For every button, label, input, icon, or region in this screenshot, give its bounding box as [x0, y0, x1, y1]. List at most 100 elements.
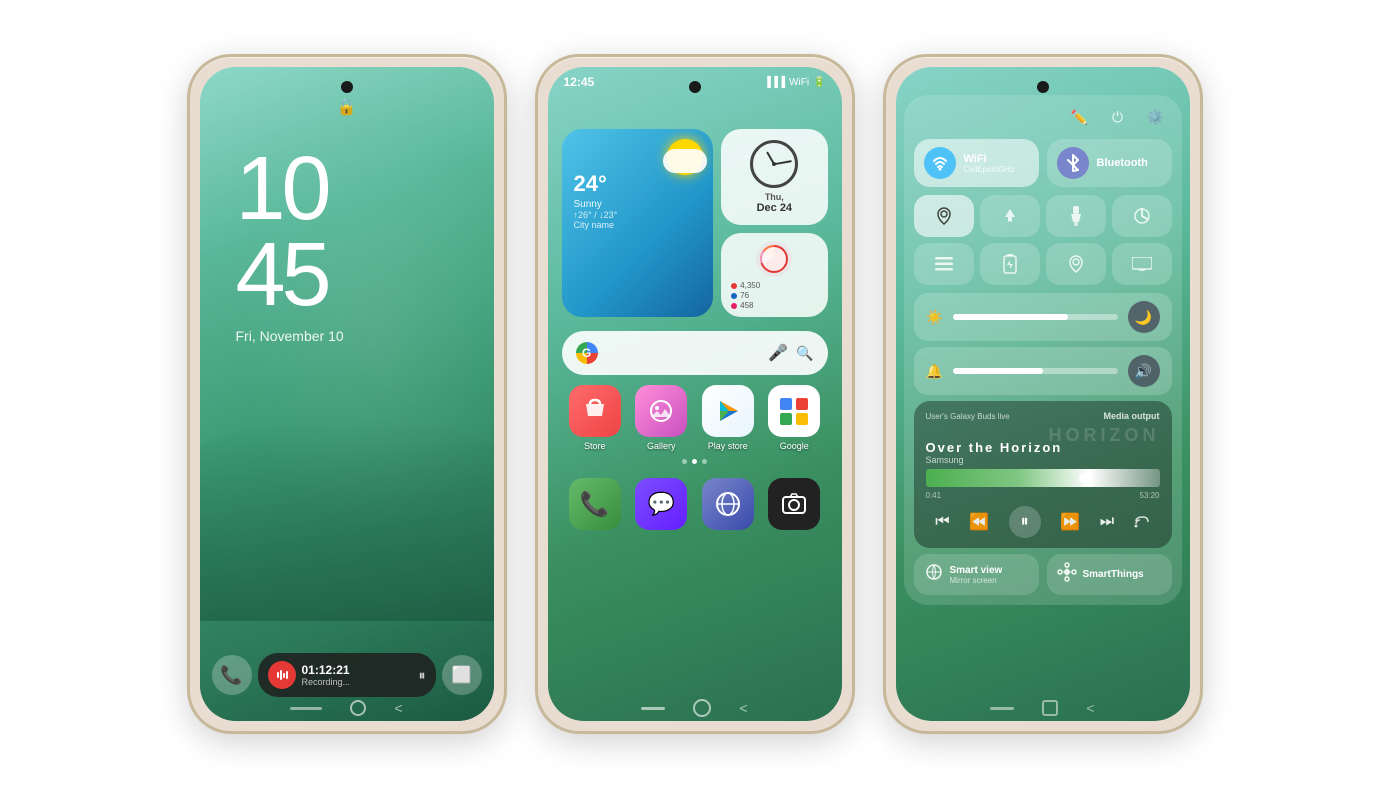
- battery-saver-toggle[interactable]: [980, 243, 1040, 285]
- app-store[interactable]: Store: [569, 385, 621, 451]
- clock-day: Thu,: [765, 192, 784, 202]
- lock-phone-button[interactable]: 📞: [212, 655, 252, 695]
- power-button-2[interactable]: [852, 177, 855, 237]
- volume-down-button-3[interactable]: [883, 207, 886, 247]
- app-gallery[interactable]: Gallery: [635, 385, 687, 451]
- volume-down-button[interactable]: [187, 207, 190, 247]
- volume-icon: 🔔: [926, 363, 943, 380]
- lens-search-icon[interactable]: 🔍: [796, 345, 813, 362]
- app-phone[interactable]: 📞: [569, 478, 621, 530]
- settings-icon[interactable]: ⚙️: [1144, 105, 1168, 129]
- media-time-current: 0:41: [926, 491, 942, 500]
- media-pause-button[interactable]: ⏸: [1009, 506, 1041, 538]
- steps-dot: [731, 283, 737, 289]
- weather-range: ↑26° / ↓23°: [574, 210, 702, 220]
- nav-back-button[interactable]: <: [394, 700, 402, 716]
- voice-search-icon[interactable]: 🎤: [768, 343, 788, 363]
- location-toggle-2[interactable]: [1046, 243, 1106, 285]
- nav-recent-apps[interactable]: [290, 707, 322, 710]
- wifi-button[interactable]: WiFi CellEpot5GHz: [914, 139, 1039, 187]
- volume-up-button-2[interactable]: [535, 157, 538, 197]
- recording-label: Recording...: [302, 677, 413, 687]
- media-fast-forward-button[interactable]: ⏩: [1060, 512, 1080, 532]
- nav-home-button[interactable]: [350, 700, 366, 716]
- clock-date: Dec 24: [757, 202, 792, 214]
- google-search-bar[interactable]: G 🎤 🔍: [562, 331, 828, 375]
- media-waveform[interactable]: [926, 469, 1160, 487]
- front-camera: [341, 81, 353, 93]
- brightness-track[interactable]: [953, 314, 1118, 320]
- app-google[interactable]: Google: [768, 385, 820, 451]
- weather-temperature: 24°: [574, 171, 702, 197]
- volume-mute-button[interactable]: 🔊: [1128, 355, 1160, 387]
- app-row-1: Store Gallery Play store: [548, 375, 842, 451]
- app-messages[interactable]: 💬: [635, 478, 687, 530]
- flashlight-toggle[interactable]: [1046, 195, 1106, 237]
- media-artist: Samsung: [926, 455, 1160, 465]
- lock-icon: 🔒: [337, 97, 357, 117]
- lock-date: Fri, November 10: [236, 328, 494, 344]
- media-cast-button[interactable]: [1134, 512, 1150, 533]
- data-saver-toggle[interactable]: [1112, 195, 1172, 237]
- media-output-label: Media output: [1104, 411, 1160, 421]
- weather-description: Sunny: [574, 199, 702, 210]
- recording-notification[interactable]: 01:12:21 Recording... ⏸: [258, 653, 436, 697]
- recording-icon: [268, 661, 296, 689]
- app-camera[interactable]: [768, 478, 820, 530]
- airplane-toggle[interactable]: [980, 195, 1040, 237]
- nav-recent-3[interactable]: [990, 707, 1014, 710]
- exercise-value: 76: [740, 291, 749, 300]
- lock-screen-wave: [200, 421, 494, 621]
- screen-mirror-toggle[interactable]: [1112, 243, 1172, 285]
- bluetooth-button[interactable]: Bluetooth: [1047, 139, 1172, 187]
- location-toggle[interactable]: [914, 195, 974, 237]
- steps-value: 4,350: [740, 281, 760, 290]
- dark-mode-button[interactable]: 🌙: [1128, 301, 1160, 333]
- google-logo: G: [576, 342, 598, 364]
- media-rewind-button[interactable]: ⏪: [969, 512, 989, 532]
- power-button[interactable]: [504, 177, 507, 237]
- nav-back-2[interactable]: <: [739, 700, 747, 716]
- phone-app-icon: 📞: [569, 478, 621, 530]
- feed-toggle[interactable]: [914, 243, 974, 285]
- media-skip-back-button[interactable]: ⏮: [935, 513, 949, 531]
- wifi-icon: WiFi: [789, 77, 809, 88]
- nav-back-3[interactable]: <: [1086, 700, 1094, 716]
- store-label: Store: [584, 441, 606, 451]
- page-dot-2: [692, 459, 697, 464]
- health-widget[interactable]: 4,350 76 458: [721, 233, 827, 317]
- volume-up-button-3[interactable]: [883, 157, 886, 197]
- smart-view-button[interactable]: Smart view Mirror screen: [914, 554, 1039, 595]
- gallery-icon: [635, 385, 687, 437]
- battery-icon: 🔋: [813, 77, 825, 88]
- calories-dot: [731, 303, 737, 309]
- volume-track[interactable]: [953, 368, 1118, 374]
- media-skip-forward-button[interactable]: ⏭: [1100, 513, 1114, 531]
- lock-camera-button[interactable]: ⬜: [442, 655, 482, 695]
- smart-things-label: SmartThings: [1083, 569, 1144, 580]
- media-time-row: 0:41 53:20: [926, 491, 1160, 500]
- edit-icon[interactable]: ✏️: [1068, 105, 1092, 129]
- app-internet[interactable]: [702, 478, 754, 530]
- lock-status-icons: 🔒: [200, 97, 494, 117]
- power-button-3[interactable]: [1200, 177, 1203, 237]
- recording-pause-button[interactable]: ⏸: [419, 667, 426, 684]
- health-stats: 4,350 76 458: [731, 281, 817, 310]
- smart-things-button[interactable]: SmartThings: [1047, 554, 1172, 595]
- power-icon[interactable]: ⏻: [1106, 105, 1130, 129]
- status-time: 12:45: [564, 75, 595, 89]
- calories-value: 458: [740, 301, 753, 310]
- volume-up-button[interactable]: [187, 157, 190, 197]
- volume-down-button-2[interactable]: [535, 207, 538, 247]
- media-top-row: User's Galaxy Buds live Media output: [926, 411, 1160, 421]
- app-play-store[interactable]: Play store: [702, 385, 754, 451]
- smart-view-sub: Mirror screen: [950, 576, 1003, 585]
- nav-home-3[interactable]: [1042, 700, 1058, 716]
- front-camera-3: [1037, 81, 1049, 93]
- camera-app-icon: [768, 478, 820, 530]
- nav-home-2[interactable]: [693, 699, 711, 717]
- clock-widget[interactable]: Thu, Dec 24: [721, 129, 827, 225]
- weather-widget[interactable]: 24° Sunny ↑26° / ↓23° City name: [562, 129, 714, 317]
- messages-icon: 💬: [635, 478, 687, 530]
- nav-recent-2[interactable]: [641, 707, 665, 710]
